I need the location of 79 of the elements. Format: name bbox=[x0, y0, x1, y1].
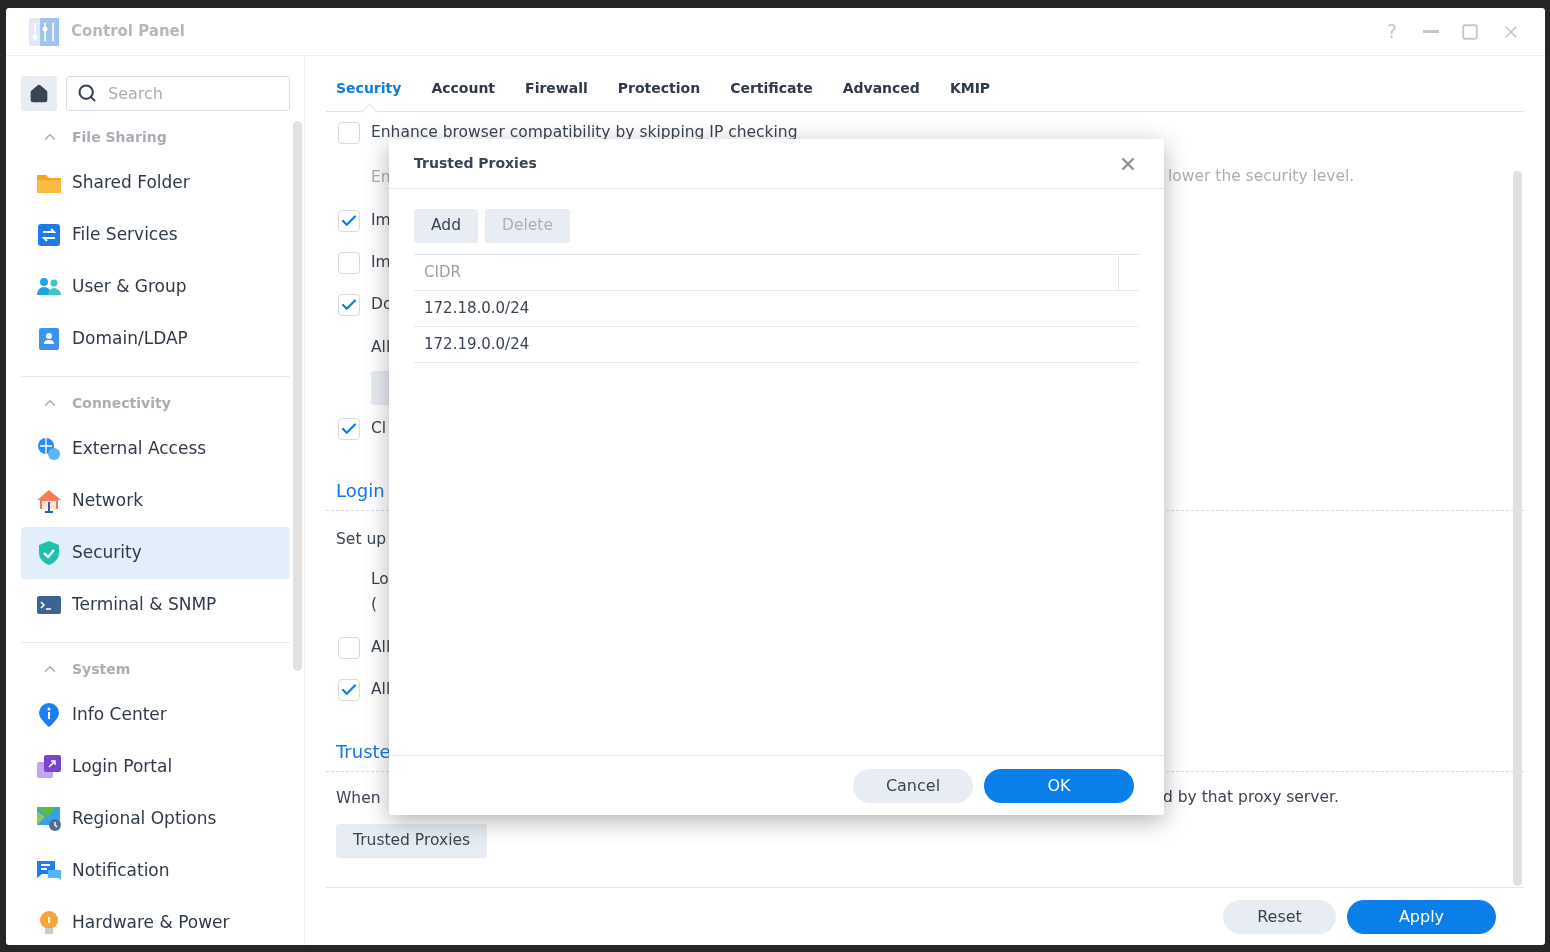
window-title: Control Panel bbox=[71, 21, 185, 43]
dialog-title: Trusted Proxies bbox=[414, 154, 537, 173]
checkbox[interactable] bbox=[338, 210, 360, 232]
group-header: Connectivity bbox=[72, 394, 171, 413]
tab[interactable]: Firewall bbox=[525, 78, 588, 111]
arrows-icon bbox=[37, 223, 61, 247]
sidebar-item[interactable]: Hardware & Power bbox=[21, 897, 290, 949]
checkbox[interactable] bbox=[338, 294, 360, 316]
sidebar-item[interactable]: Info Center bbox=[21, 689, 290, 741]
description-text: d by that proxy server. bbox=[1163, 787, 1339, 809]
home-icon bbox=[29, 83, 49, 104]
option-text: Lo bbox=[371, 569, 389, 590]
tab[interactable]: KMIP bbox=[949, 78, 991, 111]
sidebar-item[interactable]: File Services bbox=[21, 209, 290, 261]
group-header: System bbox=[72, 660, 131, 679]
house-icon bbox=[36, 488, 62, 514]
reset-button[interactable]: Reset bbox=[1223, 899, 1336, 934]
option-label: Enhance browser compatibility by skipping IP checking bbox=[371, 122, 798, 144]
sidebar-item[interactable]: Domain/LDAP bbox=[21, 313, 290, 365]
tab[interactable]: Security bbox=[336, 78, 402, 111]
minimize-icon bbox=[1423, 30, 1439, 33]
cancel-button[interactable]: Cancel bbox=[853, 768, 973, 803]
table-cell-text: 172.19.0.0/24 bbox=[423, 334, 530, 356]
sidebar-item[interactable]: Terminal & SNMP bbox=[21, 579, 290, 631]
table-row[interactable]: 172.19.0.0/24 bbox=[414, 327, 1139, 363]
option-text: All bbox=[371, 336, 391, 358]
checkbox[interactable] bbox=[338, 637, 360, 659]
option-text: ( bbox=[371, 594, 378, 615]
table-row[interactable]: 172.18.0.0/24 bbox=[414, 291, 1139, 327]
description-text: When bbox=[336, 788, 381, 807]
sidebar-item[interactable]: Shared Folder bbox=[21, 157, 290, 209]
window-arrow-icon bbox=[36, 754, 62, 780]
checkbox[interactable] bbox=[338, 418, 360, 440]
sidebar-item[interactable]: Network bbox=[21, 475, 290, 527]
chat-icon bbox=[36, 859, 62, 883]
sidebar-item[interactable]: User & Group bbox=[21, 261, 290, 313]
description-text: Set up bbox=[336, 529, 387, 548]
map-clock-icon bbox=[36, 806, 62, 832]
tab[interactable]: Account bbox=[431, 78, 496, 111]
scrollbar[interactable] bbox=[1513, 171, 1522, 886]
checkbox[interactable] bbox=[338, 679, 360, 701]
checkbox[interactable] bbox=[338, 252, 360, 274]
globe-icon bbox=[36, 436, 62, 462]
option-label: All bbox=[371, 637, 391, 659]
group-header: File Sharing bbox=[72, 128, 167, 147]
lightbulb-icon bbox=[37, 910, 61, 936]
tab[interactable]: Certificate bbox=[730, 78, 813, 111]
tab[interactable]: Advanced bbox=[842, 78, 920, 111]
checkbox[interactable] bbox=[338, 122, 360, 144]
section-heading: Truste bbox=[336, 741, 391, 763]
section-heading: Login bbox=[336, 480, 385, 502]
search-icon bbox=[77, 83, 97, 103]
option-label: Im bbox=[371, 252, 391, 274]
sidebar-item[interactable]: Notification bbox=[21, 845, 290, 897]
terminal-icon bbox=[36, 594, 62, 616]
maximize-button[interactable] bbox=[1461, 22, 1479, 41]
home-button[interactable] bbox=[21, 76, 57, 111]
hint-text: lower the security level. bbox=[1168, 166, 1355, 188]
trusted-proxies-button[interactable]: Trusted Proxies bbox=[336, 824, 488, 858]
sidebar-item[interactable]: External Access bbox=[21, 423, 290, 475]
option-label: Im bbox=[371, 210, 391, 232]
hint-text: En bbox=[371, 167, 391, 186]
sidebar-item[interactable]: Security bbox=[21, 527, 290, 579]
apply-button[interactable]: Apply bbox=[1347, 899, 1496, 934]
option-label: Cl bbox=[371, 418, 387, 440]
shield-check-icon bbox=[37, 540, 61, 566]
scrollbar[interactable] bbox=[293, 121, 302, 671]
id-card-icon bbox=[37, 327, 61, 351]
sidebar-item[interactable]: Regional Options bbox=[21, 793, 290, 845]
toolbar-button[interactable]: Add bbox=[414, 209, 478, 243]
table-cell-text: 172.18.0.0/24 bbox=[423, 298, 530, 320]
info-pin-icon bbox=[37, 702, 61, 728]
tab[interactable]: Protection bbox=[617, 78, 701, 111]
sidebar-item[interactable]: Login Portal bbox=[21, 741, 290, 793]
ok-button[interactable]: OK bbox=[984, 768, 1134, 803]
maximize-icon bbox=[1461, 22, 1479, 41]
sliders-icon bbox=[28, 16, 60, 47]
option-label: All bbox=[371, 679, 391, 701]
search-field[interactable]: Search bbox=[66, 76, 290, 111]
